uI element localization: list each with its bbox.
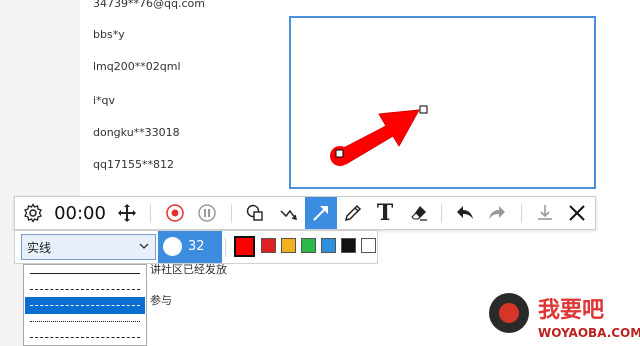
- color-swatch[interactable]: [261, 238, 276, 253]
- arrow-handle-end: [419, 105, 428, 114]
- gear-icon[interactable]: [19, 197, 47, 229]
- watermark-logo-icon: [489, 293, 529, 333]
- site-watermark: 我要吧 WOYAOBA.COM: [486, 290, 640, 346]
- color-swatch[interactable]: [281, 238, 296, 253]
- line-style-option[interactable]: [25, 281, 145, 298]
- watermark-title: 我要吧: [538, 298, 605, 323]
- size-dot-icon: [163, 237, 182, 256]
- list-item: 34739**76@qq.com: [93, 0, 205, 10]
- color-swatch[interactable]: [321, 238, 336, 253]
- arrow-icon[interactable]: [305, 197, 337, 229]
- style-options-bar: 实线 32: [14, 230, 378, 264]
- line-style-value: 实线: [27, 240, 52, 255]
- color-swatch-selected[interactable]: [234, 236, 255, 257]
- chevron-down-icon: [139, 240, 149, 254]
- pause-icon[interactable]: [193, 197, 221, 229]
- line-style-option[interactable]: [25, 265, 145, 282]
- color-swatch[interactable]: [361, 238, 376, 253]
- list-item: lmq200**02qml: [93, 60, 181, 73]
- list-item: bbs*y: [93, 28, 125, 41]
- eraser-icon[interactable]: [405, 197, 433, 229]
- undo-icon[interactable]: [451, 197, 479, 229]
- line-style-option[interactable]: [25, 313, 145, 330]
- toolbar-divider: [150, 204, 151, 223]
- line-style-option-selected[interactable]: [25, 297, 145, 314]
- pencil-icon[interactable]: [339, 197, 367, 229]
- close-icon[interactable]: [563, 197, 591, 229]
- drawing-canvas[interactable]: [289, 16, 596, 189]
- color-swatch[interactable]: [341, 238, 356, 253]
- drawn-arrow[interactable]: [291, 18, 594, 187]
- color-swatch[interactable]: [301, 238, 316, 253]
- arrow-handle-start: [335, 149, 344, 158]
- text-tool-button[interactable]: T: [371, 197, 399, 229]
- redo-icon[interactable]: [483, 197, 511, 229]
- download-icon[interactable]: [531, 197, 559, 229]
- move-icon[interactable]: [113, 197, 141, 229]
- line-style-select[interactable]: 实线: [21, 234, 156, 260]
- list-item: dongku**33018: [93, 126, 180, 139]
- toolbar-divider: [231, 204, 232, 223]
- brush-size-control[interactable]: 32: [158, 231, 222, 263]
- record-icon[interactable]: [161, 197, 189, 229]
- watermark-url: WOYAOBA.COM: [538, 326, 640, 340]
- annotation-toolbar: 00:00 T: [14, 196, 596, 230]
- toolbar-divider: [521, 204, 522, 223]
- line-style-dropdown: [23, 264, 147, 346]
- brush-size-value: 32: [188, 239, 205, 254]
- background-text: 参与: [150, 294, 172, 307]
- toolbar-divider: [441, 204, 442, 223]
- line-style-option[interactable]: [25, 329, 145, 345]
- timer-display: 00:00: [54, 202, 106, 224]
- shape-icon[interactable]: [241, 197, 269, 229]
- list-item: i*qv: [93, 94, 116, 107]
- toolbar-divider: [225, 238, 226, 257]
- polyline-icon[interactable]: [275, 197, 303, 229]
- list-item: qq17155**812: [93, 158, 174, 171]
